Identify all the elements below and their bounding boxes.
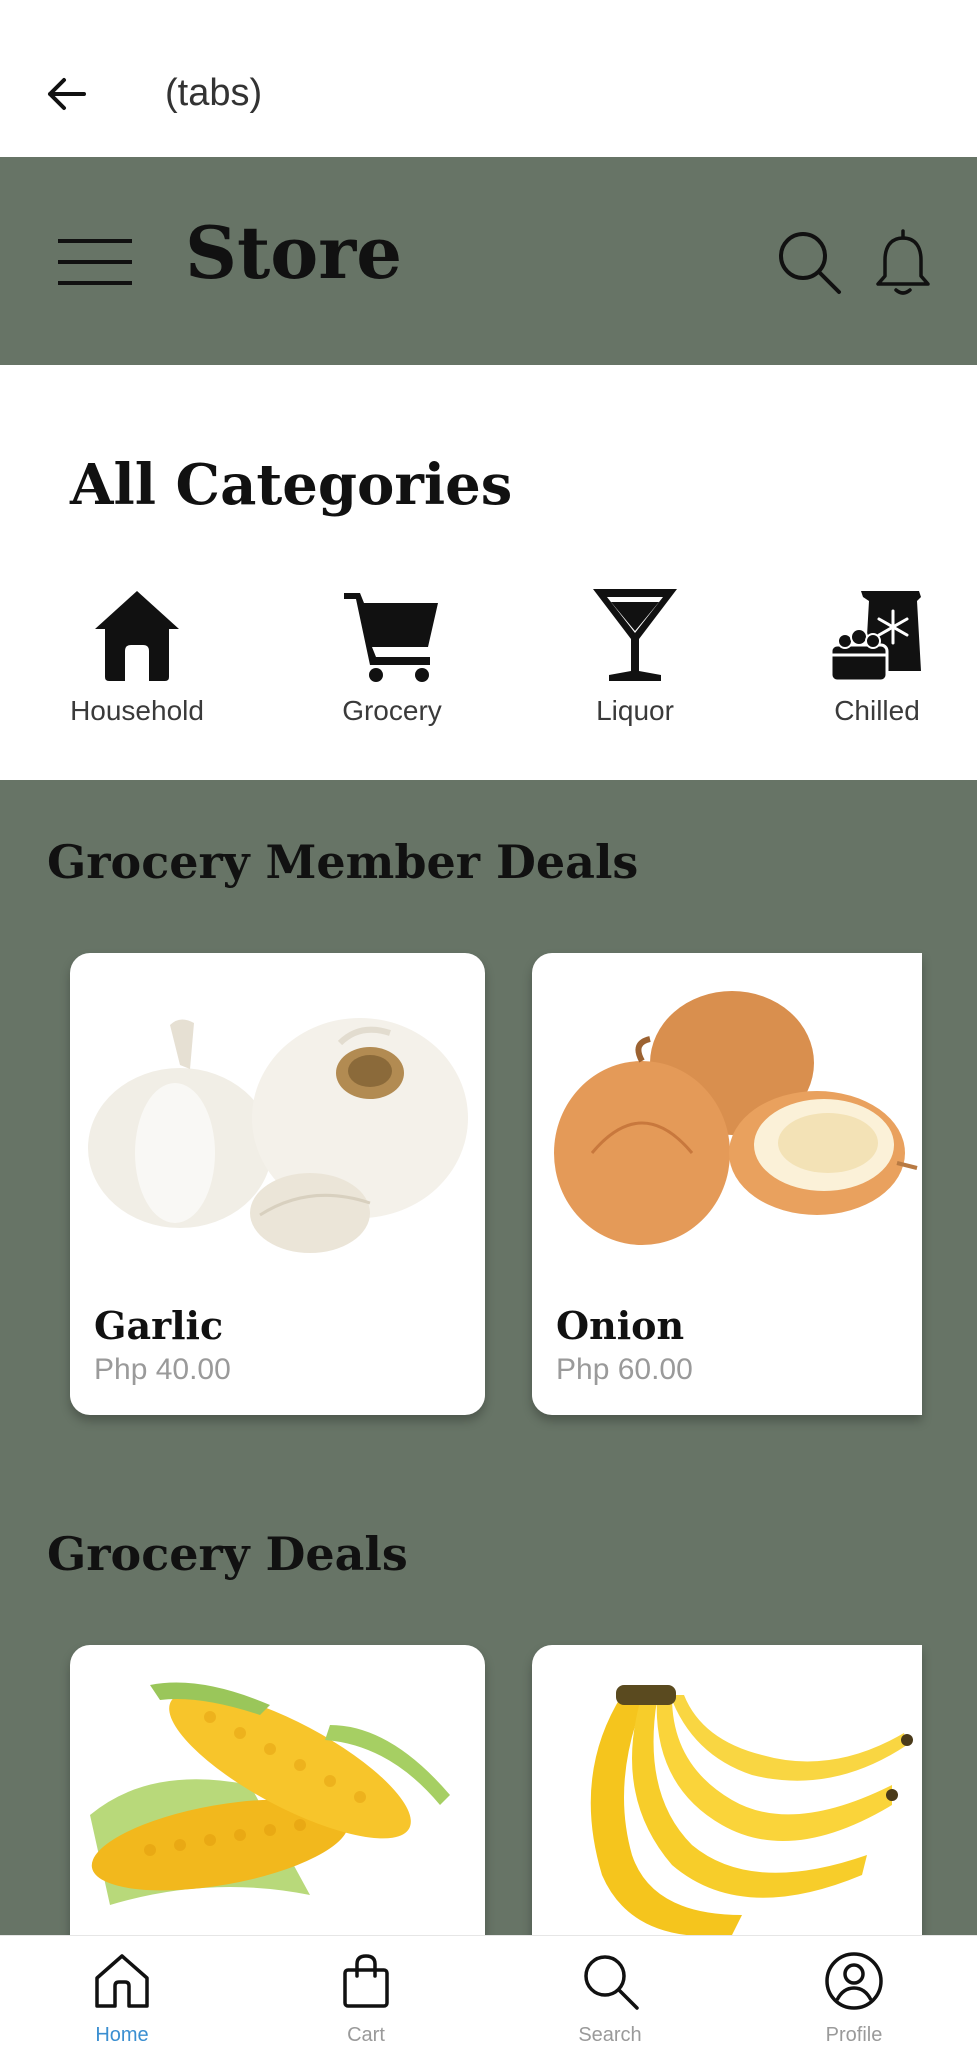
bell-icon bbox=[876, 229, 930, 295]
product-card-onion[interactable]: Onion Php 60.00 bbox=[532, 953, 922, 1415]
header-search-button[interactable] bbox=[775, 228, 845, 298]
nav-profile[interactable]: Profile bbox=[754, 1936, 954, 2049]
menu-button[interactable] bbox=[55, 232, 135, 292]
bottom-navigation: Home Cart Search Profile bbox=[0, 1935, 977, 2049]
search-icon bbox=[584, 1955, 639, 2010]
house-icon bbox=[95, 591, 179, 681]
home-icon bbox=[95, 1954, 149, 2008]
category-grocery[interactable]: Grocery bbox=[297, 585, 487, 735]
notifications-button[interactable] bbox=[870, 228, 936, 298]
banana-image bbox=[590, 1685, 913, 1935]
arrow-left-icon bbox=[48, 78, 86, 110]
category-label: Liquor bbox=[596, 695, 674, 726]
categories-heading: All Categories bbox=[70, 452, 513, 518]
product-price: Php 60.00 bbox=[556, 1353, 693, 1386]
back-button[interactable] bbox=[38, 66, 94, 122]
nav-label: Profile bbox=[825, 2024, 883, 2046]
search-icon bbox=[779, 232, 841, 294]
nav-home[interactable]: Home bbox=[22, 1936, 222, 2049]
product-name: Garlic bbox=[94, 1303, 224, 1348]
nav-search[interactable]: Search bbox=[510, 1936, 710, 2049]
store-title: Store bbox=[185, 210, 403, 295]
top-app-bar: (tabs) bbox=[0, 14, 977, 157]
category-chilled[interactable]: Chilled bbox=[782, 585, 972, 735]
deals-section: Grocery Member Deals Garlic Php 40.00 On… bbox=[0, 780, 977, 1935]
category-label: Chilled bbox=[834, 695, 920, 726]
frozen-food-icon bbox=[829, 591, 921, 683]
profile-icon bbox=[825, 1952, 883, 2010]
hamburger-menu-icon bbox=[58, 239, 132, 285]
onion-image bbox=[554, 991, 918, 1245]
nav-label: Search bbox=[578, 2024, 642, 2046]
page-title: (tabs) bbox=[165, 72, 263, 114]
nav-cart[interactable]: Cart bbox=[266, 1936, 466, 2049]
grocery-deals-title: Grocery Deals bbox=[47, 1527, 408, 1581]
shopping-bag-icon bbox=[343, 1954, 389, 2008]
nav-label: Cart bbox=[347, 2024, 385, 2046]
product-card-garlic[interactable]: Garlic Php 40.00 bbox=[70, 953, 485, 1415]
product-price: Php 40.00 bbox=[94, 1353, 231, 1386]
category-label: Household bbox=[70, 695, 204, 726]
categories-section: All Categories Household Grocery Liquor bbox=[0, 365, 977, 780]
cocktail-glass-icon bbox=[593, 589, 677, 681]
category-liquor[interactable]: Liquor bbox=[540, 585, 730, 735]
status-bar bbox=[0, 0, 977, 14]
shopping-cart-icon bbox=[344, 593, 438, 682]
member-deals-title: Grocery Member Deals bbox=[47, 835, 639, 889]
garlic-image bbox=[88, 1018, 468, 1253]
product-name: Onion bbox=[556, 1303, 685, 1348]
category-label: Grocery bbox=[342, 695, 442, 726]
product-card-banana[interactable] bbox=[532, 1645, 922, 1935]
nav-label: Home bbox=[95, 2024, 149, 2046]
corn-image bbox=[90, 1682, 450, 1905]
category-household[interactable]: Household bbox=[42, 585, 232, 735]
product-card-corn[interactable] bbox=[70, 1645, 485, 1935]
